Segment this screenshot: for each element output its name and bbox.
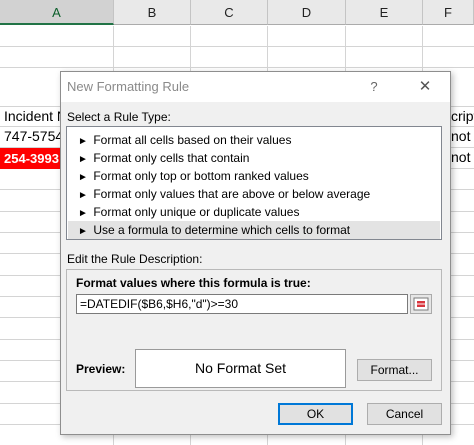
- column-header-row: A B C D E F: [0, 0, 474, 26]
- rule-type-item[interactable]: ► Format only top or bottom ranked value…: [68, 167, 440, 185]
- rule-type-label-text: Format only values that are above or bel…: [93, 187, 371, 201]
- cell-f-header[interactable]: cript: [451, 106, 474, 127]
- preview-label: Preview:: [76, 362, 126, 376]
- column-header-a[interactable]: A: [0, 0, 114, 25]
- column-header-c[interactable]: C: [191, 0, 268, 25]
- rule-type-label-text: Format only unique or duplicate values: [93, 205, 300, 219]
- rule-type-item[interactable]: ► Format all cells based on their values: [68, 131, 440, 149]
- grid-line: [0, 46, 474, 47]
- dialog-titlebar[interactable]: New Formatting Rule ? ✕: [61, 72, 450, 102]
- rule-type-item-selected[interactable]: ► Use a formula to determine which cells…: [68, 221, 440, 239]
- rule-type-item[interactable]: ► Format only cells that contain: [68, 149, 440, 167]
- dialog-title: New Formatting Rule: [67, 79, 190, 94]
- rule-type-label: Select a Rule Type:: [67, 110, 171, 124]
- formula-input[interactable]: =DATEDIF($B6,$H6,"d")>=30: [76, 294, 408, 314]
- rule-description-panel: Format values where this formula is true…: [66, 269, 442, 391]
- column-header-d[interactable]: D: [268, 0, 346, 25]
- edit-description-label: Edit the Rule Description:: [67, 252, 203, 266]
- rule-type-list[interactable]: ► Format all cells based on their values…: [66, 126, 442, 240]
- format-preview: No Format Set: [135, 349, 346, 388]
- arrow-right-icon: ►: [78, 226, 88, 237]
- formula-label: Format values where this formula is true…: [76, 276, 311, 290]
- column-header-f[interactable]: F: [423, 0, 474, 25]
- rule-type-label-text: Use a formula to determine which cells t…: [93, 223, 351, 237]
- preview-text: No Format Set: [194, 360, 287, 376]
- rule-type-item[interactable]: ► Format only values that are above or b…: [68, 185, 440, 203]
- close-icon[interactable]: ✕: [414, 76, 436, 98]
- format-button[interactable]: Format...: [357, 359, 432, 381]
- grid-line: [0, 67, 474, 68]
- rule-type-label-text: Format only cells that contain: [93, 151, 250, 165]
- ok-button[interactable]: OK: [278, 403, 353, 425]
- cell-f-row2[interactable]: not: [451, 147, 474, 168]
- cancel-button[interactable]: Cancel: [367, 403, 442, 425]
- range-select-icon: [413, 297, 429, 311]
- rule-type-item[interactable]: ► Format only unique or duplicate values: [68, 203, 440, 221]
- help-icon[interactable]: ?: [364, 77, 384, 97]
- column-header-e[interactable]: E: [346, 0, 423, 25]
- column-header-b[interactable]: B: [114, 0, 191, 25]
- rule-type-label-text: Format all cells based on their values: [93, 133, 292, 147]
- rule-type-label-text: Format only top or bottom ranked values: [93, 169, 309, 183]
- cell-a-row2[interactable]: 254-3993: [0, 148, 62, 169]
- cell-a-header[interactable]: Incident N: [4, 106, 64, 127]
- cell-a-row1[interactable]: 747-5754: [4, 126, 64, 147]
- collapse-dialog-button[interactable]: [410, 294, 432, 314]
- cell-f-row1[interactable]: not: [451, 126, 474, 147]
- new-formatting-rule-dialog: New Formatting Rule ? ✕ Select a Rule Ty…: [60, 71, 451, 435]
